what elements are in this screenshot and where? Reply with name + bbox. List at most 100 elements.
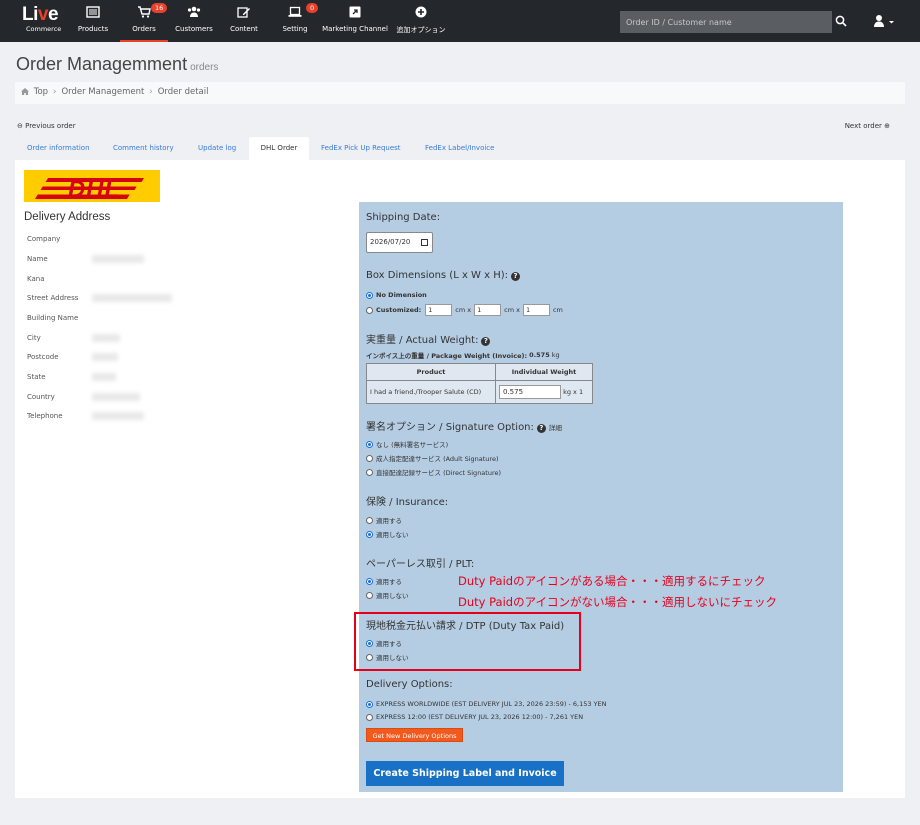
nav-setting-label: Setting: [282, 25, 308, 33]
arrow-left-circle-icon: ⊖: [17, 122, 23, 130]
radio-sig-direct[interactable]: 直接配達記録サービス (Direct Signature): [366, 467, 501, 477]
nav-marketing-label: Marketing Channel: [322, 25, 388, 33]
logo-text-b: v: [37, 4, 49, 25]
tab-order-information[interactable]: Order information: [19, 137, 98, 161]
redacted-value: [92, 373, 116, 381]
plt-option-label: 適用しない: [376, 592, 409, 600]
radio-button[interactable]: [366, 306, 373, 314]
nav-customers[interactable]: Customers: [173, 0, 215, 42]
radio-button[interactable]: [366, 530, 373, 538]
setting-count-badge: 0: [306, 3, 319, 13]
shipping-date-title: Shipping Date:: [366, 212, 441, 223]
next-order-link[interactable]: Next order ⊕: [845, 122, 890, 130]
radio-sig-none[interactable]: なし (無料署名サービス): [366, 439, 448, 449]
external-link-icon: [349, 6, 361, 18]
radio-insurance-none[interactable]: 適用しない: [366, 529, 409, 539]
sig-option-label: なし (無料署名サービス): [376, 441, 449, 449]
plt-option-label: 適用する: [376, 578, 402, 586]
radio-button[interactable]: [366, 454, 373, 462]
radio-button[interactable]: [366, 516, 373, 524]
nav-products[interactable]: Products: [76, 0, 110, 42]
arrow-right-circle-icon: ⊕: [884, 122, 890, 130]
weight-table: Product Individual Weight I had a friend…: [366, 363, 593, 404]
field-state: State: [27, 373, 46, 381]
breadcrumb-order-management[interactable]: Order Management: [61, 87, 144, 97]
product-weight-input[interactable]: 0.575: [499, 385, 561, 399]
box-dimensions-title: Box Dimensions (L x W x H):?: [366, 270, 521, 281]
nav-addon-label: 追加オプション: [396, 26, 446, 34]
radio-button[interactable]: [366, 591, 373, 599]
invoice-weight-row: インボイス上の重量 / Package Weight (Invoice): 0.…: [366, 350, 560, 360]
radio-button[interactable]: [366, 713, 373, 721]
next-order-label: Next order: [844, 122, 882, 130]
field-street-address: Street Address: [27, 294, 79, 302]
redacted-value: [92, 412, 144, 420]
previous-order-link[interactable]: ⊖ Previous order: [17, 122, 76, 130]
radio-express-1200[interactable]: EXPRESS 12:00 (EST DELIVERY JUL 23, 2026…: [366, 713, 583, 721]
nav-content[interactable]: Content: [226, 0, 262, 42]
radio-button[interactable]: [366, 700, 373, 708]
nav-marketing-channel[interactable]: Marketing Channel: [322, 0, 388, 42]
field-country: Country: [27, 393, 55, 401]
delivery-option-label: EXPRESS 12:00 (EST DELIVERY JUL 23, 2026…: [376, 713, 584, 721]
radio-no-dimension[interactable]: No Dimension: [366, 291, 427, 299]
radio-plt-apply[interactable]: 適用する: [366, 576, 402, 586]
nav-setting[interactable]: 0 Setting: [278, 0, 319, 42]
tab-fedex-pickup[interactable]: FedEx Pick Up Request: [313, 137, 409, 161]
tab-update-log[interactable]: Update log: [190, 137, 244, 161]
redacted-value: [92, 393, 140, 401]
search-input[interactable]: [620, 11, 832, 33]
question-circle-icon[interactable]: ?: [481, 337, 491, 346]
dimension-height-input[interactable]: 1: [522, 304, 550, 316]
shipping-date-input[interactable]: 2026/07/20: [366, 232, 433, 253]
actual-weight-label: 実重量 / Actual Weight:: [366, 335, 479, 346]
tab-fedex-label[interactable]: FedEx Label/Invoice: [417, 137, 502, 161]
breadcrumb: Top › Order Management › Order detail: [15, 82, 905, 104]
delivery-address-title: Delivery Address: [24, 211, 111, 223]
customized-label: Customized:: [376, 306, 422, 314]
radio-insurance-apply[interactable]: 適用する: [366, 515, 402, 525]
live-commerce-logo[interactable]: Live Commerce: [22, 4, 61, 34]
unit-cm: cm: [552, 306, 563, 314]
get-new-delivery-options-button[interactable]: Get New Delivery Options: [366, 728, 463, 742]
question-circle-icon[interactable]: ?: [511, 272, 521, 281]
delivery-options-title: Delivery Options:: [366, 679, 453, 690]
radio-express-worldwide[interactable]: EXPRESS WORLDWIDE (EST DELIVERY JUL 23, …: [366, 700, 607, 708]
radio-button[interactable]: [366, 577, 373, 585]
plus-circle-icon: [415, 6, 427, 18]
create-shipping-label-button[interactable]: Create Shipping Label and Invoice: [366, 761, 564, 786]
search-icon[interactable]: [834, 14, 848, 28]
tab-comment-history[interactable]: Comment history: [105, 137, 182, 161]
nav-orders[interactable]: 16 Orders: [120, 0, 168, 42]
annotation-duty-paid-apply: Duty Paidのアイコンがある場合・・・適用するにチェック: [458, 574, 766, 588]
breadcrumb-top[interactable]: Top: [34, 87, 48, 97]
dtp-highlight-box: [354, 612, 581, 671]
radio-button[interactable]: [366, 468, 373, 476]
logo-text-a: Li: [22, 4, 38, 25]
field-telephone: Telephone: [27, 412, 63, 420]
radio-plt-none[interactable]: 適用しない: [366, 590, 409, 600]
invoice-weight-value: 0.575: [529, 351, 550, 359]
breadcrumb-separator: ›: [149, 87, 153, 97]
tab-dhl-order[interactable]: DHL Order: [249, 137, 309, 161]
field-postcode: Postcode: [27, 353, 59, 361]
unit-cm-x: cm x: [455, 306, 472, 314]
dhl-logo: DHL: [24, 170, 160, 202]
radio-customized[interactable]: Customized: 1 cm x 1 cm x 1 cm: [366, 304, 563, 316]
radio-button[interactable]: [366, 440, 373, 448]
signature-option-label: 署名オプション / Signature Option:: [366, 422, 534, 433]
dimension-width-input[interactable]: 1: [474, 304, 502, 316]
annotation-duty-paid-none: Duty Paidのアイコンがない場合・・・適用しないにチェック: [458, 595, 777, 609]
home-icon: [21, 88, 29, 95]
user-menu-icon[interactable]: [872, 13, 896, 29]
question-circle-icon[interactable]: ?: [536, 424, 546, 433]
delivery-option-label: EXPRESS WORLDWIDE (EST DELIVERY JUL 23, …: [376, 700, 607, 708]
insurance-option-label: 適用する: [376, 517, 402, 525]
nav-addon-options[interactable]: 追加オプション: [394, 0, 448, 42]
radio-sig-adult[interactable]: 成人指定配達サービス (Adult Signature): [366, 453, 499, 463]
dimension-length-input[interactable]: 1: [425, 304, 453, 316]
field-city: City: [27, 334, 41, 342]
radio-button[interactable]: [366, 291, 373, 299]
signature-detail-link[interactable]: 詳細: [549, 424, 562, 432]
nav-products-label: Products: [77, 25, 109, 33]
